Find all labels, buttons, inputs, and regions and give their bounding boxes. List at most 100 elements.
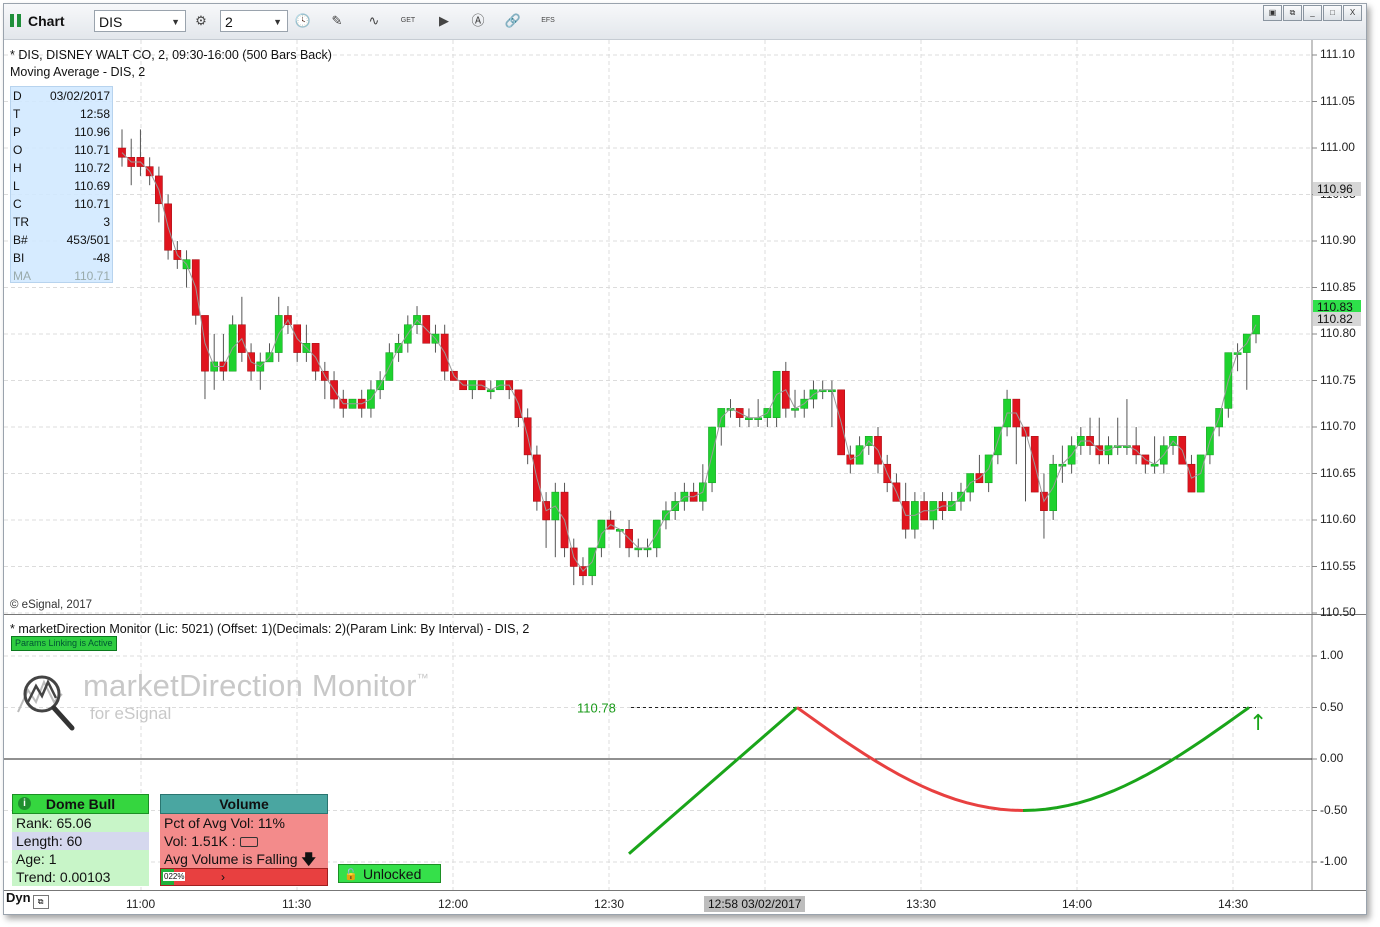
indicator-tick-label: -0.50 (1320, 802, 1348, 817)
cursor-info-value: 03/02/2017 (49, 89, 110, 103)
play-icon[interactable]: ▶ (433, 11, 455, 31)
dome-rank: Rank: 65.06 (12, 814, 149, 832)
link-icon[interactable]: 🔗 (502, 11, 524, 31)
battery-icon (239, 837, 258, 847)
avg-volume-trend: Avg Volume is Falling 🡇 (160, 850, 328, 868)
cursor-info-row: H 110.72 (11, 159, 112, 177)
cursor-info-value: 453/501 (66, 233, 110, 247)
indicator-tick-label: 0.50 (1320, 699, 1344, 714)
cursor-info-key: TR (13, 215, 29, 229)
time-tick-label: 12:00 (438, 897, 469, 911)
dyn-label: Dyn (6, 890, 31, 905)
window-controls: ▣ ⧉ _ □ X (1262, 5, 1362, 23)
logo-title: marketDirection Monitor™ (83, 668, 429, 704)
draw-icon[interactable]: ✎ (326, 11, 348, 31)
logo-title-text: marketDirection Monitor (83, 668, 417, 703)
study-icon[interactable]: ∿ (363, 11, 385, 31)
cursor-info-value: 110.71 (74, 269, 110, 283)
cursor-info-value: 110.72 (74, 161, 110, 175)
cursor-info-key: MA (13, 269, 31, 283)
price-tick-label: 110.90 (1320, 233, 1356, 247)
oscillator-up-line (628, 706, 798, 855)
lock-open-icon: 🔓 (344, 869, 358, 881)
cursor-info-key: T (13, 107, 21, 121)
maximize-icon[interactable]: □ (1323, 5, 1342, 21)
price-tick-label: 111.00 (1320, 140, 1355, 154)
cursor-info-value: 110.71 (74, 143, 110, 157)
unlocked-button[interactable]: 🔓 Unlocked (338, 864, 441, 883)
cursor-info-key: L (13, 179, 20, 193)
cursor-info-value: 110.96 (74, 125, 110, 139)
cursor-info-row: TR 3 (11, 213, 112, 231)
volume-progress-bar: 022% › (160, 868, 328, 886)
cursor-info-row: T 12:58 (11, 105, 112, 123)
cursor-info-key: P (13, 125, 22, 139)
dyn-settings-icon[interactable]: ⧉ (32, 895, 49, 909)
price-tick-label: 110.80 (1320, 326, 1356, 340)
chart-icon (10, 14, 22, 27)
price-tick-label: 110.50 (1320, 605, 1356, 619)
chevron-down-icon[interactable]: ▼ (273, 11, 282, 33)
close-icon[interactable]: X (1343, 5, 1362, 21)
price-tick-label: 110.55 (1320, 558, 1356, 573)
indicator-tick-label: 1.00 (1320, 648, 1344, 662)
price-tick-label: 111.10 (1320, 47, 1355, 61)
cascade-icon[interactable]: ⧉ (1283, 5, 1302, 21)
alert-icon[interactable]: Ⓐ (467, 11, 489, 31)
settings-icon[interactable]: ⚙ (190, 11, 212, 31)
time-tick-label: 13:30 (906, 897, 937, 911)
cursor-info-key: H (13, 161, 22, 175)
chart-area[interactable]: 110.78 ↑ * DIS, DISNEY WALT CO, 2, 09:30-… (4, 40, 1366, 914)
logo-subtitle: for eSignal (90, 704, 172, 723)
indicator-pane-header: * marketDirection Monitor (Lic: 5021) (O… (10, 622, 530, 636)
chevron-down-icon[interactable]: ▼ (171, 11, 180, 33)
dome-length: Length: 60 (12, 832, 149, 850)
peak-value-label: 110.78 (577, 701, 616, 716)
cursor-info-key: BI (13, 251, 25, 265)
cursor-info-row: L 110.69 (11, 177, 112, 195)
params-linking-badge: Params Linking is Active (11, 636, 117, 651)
interval-input[interactable]: 2 ▼ (220, 10, 288, 32)
cursor-info-window: D 03/02/2017 T 12:58 P 110.96 O 110.71 H 110.72 L 1… (10, 86, 113, 283)
avg-volume-trend-text: Avg Volume is Falling (164, 851, 298, 867)
magnifier-logo-icon (17, 675, 75, 731)
chart-canvas[interactable]: 110.78 ↑ (4, 40, 1366, 914)
time-tick-label: 12:30 (594, 897, 625, 911)
indicator-tick-label: -1.00 (1320, 854, 1348, 868)
time-tick-label: 14:00 (1062, 897, 1093, 911)
get-icon[interactable]: GET (397, 11, 419, 31)
price-tick-label: 110.85 (1320, 279, 1356, 294)
cursor-info-value: 110.69 (74, 179, 110, 193)
price-tick-label: 111.05 (1320, 93, 1355, 108)
symbol-input[interactable]: DIS ▼ (94, 10, 186, 32)
cursor-info-value: -48 (92, 251, 110, 265)
dyn-toggle[interactable]: Dyn ⧉ (6, 890, 49, 909)
price-tag: 110.96 (1313, 182, 1361, 196)
cursor-info-row: O 110.71 (11, 141, 112, 159)
clock-icon[interactable]: 🕓 (292, 11, 314, 31)
cursor-info-key: O (13, 143, 23, 157)
time-tick-label: 14:30 (1218, 897, 1249, 911)
info-icon[interactable]: i (18, 797, 31, 810)
minimize-icon[interactable]: _ (1303, 5, 1322, 21)
pct-avg-volume: Pct of Avg Vol: 11% (160, 814, 328, 832)
price-tick-label: 110.70 (1320, 419, 1356, 433)
time-tick-label: 11:00 (126, 897, 156, 911)
cursor-info-row: D 03/02/2017 (11, 87, 112, 105)
price-tick-label: 110.60 (1320, 512, 1356, 526)
volume-value: Vol: 1.51K : (160, 832, 328, 850)
volume-panel: Volume Pct of Avg Vol: 11% Vol: 1.51K : … (160, 794, 328, 886)
cursor-date-label: 12:58 03/02/2017 (704, 896, 806, 912)
cursor-info-key: D (13, 89, 22, 103)
dome-panel-title: Dome Bull (45, 796, 116, 812)
restore-icon[interactable]: ▣ (1263, 5, 1282, 21)
interval-value: 2 (225, 14, 233, 30)
dome-trend: Trend: 0.00103 (12, 868, 149, 886)
dome-panel-header: i Dome Bull (12, 794, 149, 814)
logo-tm: ™ (416, 671, 429, 685)
price-tick-label: 110.75 (1320, 372, 1356, 387)
moving-average-label: Moving Average - DIS, 2 (10, 65, 146, 79)
price-pane-header: * DIS, DISNEY WALT CO, 2, 09:30-16:00 (5… (10, 48, 332, 62)
toolbar: Chart DIS ▼ ⚙ 2 ▼ 🕓 ✎ ∿ GET ▶ Ⓐ 🔗 EFS ▣ ⧉ _ □… (4, 4, 1366, 40)
efs-icon[interactable]: EFS (537, 11, 559, 31)
